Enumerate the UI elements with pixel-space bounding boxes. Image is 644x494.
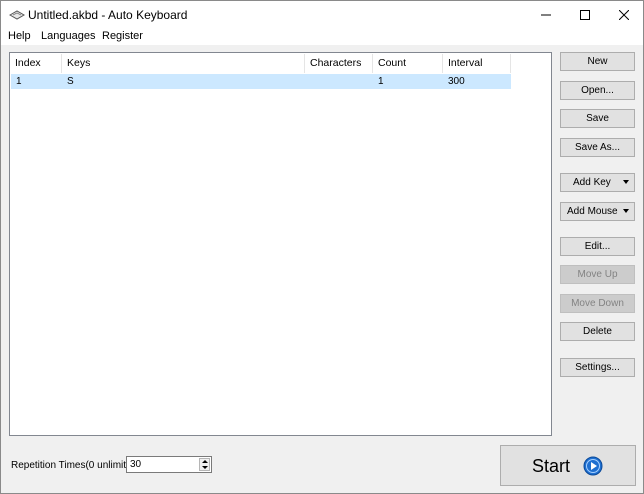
cell-interval: 300 (448, 76, 465, 87)
cell-keys: S (67, 76, 74, 87)
new-button[interactable]: New (560, 52, 635, 71)
spin-down-icon[interactable] (202, 466, 208, 469)
play-icon (583, 456, 603, 476)
add-key-button[interactable]: Add Key (560, 173, 635, 192)
key-list[interactable]: Index Keys Characters Count Interval 1 S… (9, 52, 552, 436)
column-header-count[interactable]: Count (373, 54, 443, 73)
start-button[interactable]: Start (500, 445, 636, 486)
move-up-button[interactable]: Move Up (560, 265, 635, 284)
add-mouse-label: Add Mouse (567, 206, 618, 217)
menu-help[interactable]: Help (8, 30, 31, 42)
close-button[interactable] (604, 1, 644, 28)
minimize-button[interactable] (526, 1, 566, 28)
save-as-button[interactable]: Save As... (560, 138, 635, 157)
menu-languages[interactable]: Languages (41, 30, 95, 42)
edit-button[interactable]: Edit... (560, 237, 635, 256)
column-header-index[interactable]: Index (10, 54, 62, 73)
column-header-characters[interactable]: Characters (305, 54, 373, 73)
start-label: Start (532, 456, 571, 476)
delete-button[interactable]: Delete (560, 322, 635, 341)
chevron-down-icon[interactable] (623, 209, 629, 213)
close-icon (619, 9, 629, 20)
keyboard-icon (9, 10, 25, 20)
settings-button[interactable]: Settings... (560, 358, 635, 377)
window-title: Untitled.akbd - Auto Keyboard (28, 8, 188, 22)
table-row[interactable]: 1 S 1 300 (11, 74, 511, 89)
repetition-label: Repetition Times(0 unlimit): (11, 460, 133, 471)
menu-bar: Help Languages Register (1, 28, 643, 45)
repetition-input[interactable]: 30 (126, 456, 212, 473)
maximize-icon (580, 9, 590, 20)
chevron-down-icon[interactable] (623, 180, 629, 184)
move-down-button[interactable]: Move Down (560, 294, 635, 313)
minimize-icon (541, 14, 551, 15)
menu-register[interactable]: Register (102, 30, 143, 42)
column-header-interval[interactable]: Interval (443, 54, 511, 73)
repetition-spinner[interactable] (199, 458, 210, 471)
title-bar: Untitled.akbd - Auto Keyboard (1, 1, 643, 28)
app-window: Untitled.akbd - Auto Keyboard Help Langu… (0, 0, 644, 494)
open-button[interactable]: Open... (560, 81, 635, 100)
repetition-value: 30 (130, 459, 142, 470)
cell-count: 1 (378, 76, 384, 87)
add-mouse-button[interactable]: Add Mouse (560, 202, 635, 221)
spin-up-icon[interactable] (202, 460, 208, 463)
add-key-label: Add Key (573, 177, 611, 188)
column-header-keys[interactable]: Keys (62, 54, 305, 73)
maximize-button[interactable] (565, 1, 605, 28)
save-button[interactable]: Save (560, 109, 635, 128)
cell-index: 1 (16, 76, 22, 87)
